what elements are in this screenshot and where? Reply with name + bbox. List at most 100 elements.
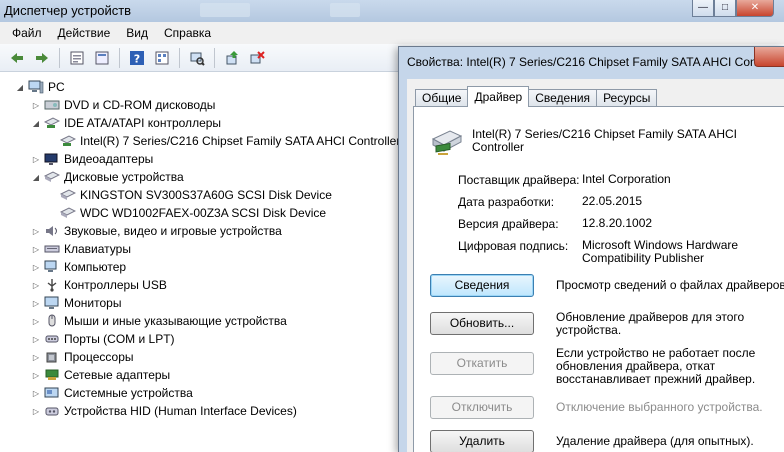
menu-help[interactable]: Справка [156, 22, 219, 44]
expand-arrow-icon[interactable]: ▷ [30, 389, 42, 398]
window-title: Диспетчер устройств [4, 3, 132, 18]
expand-arrow-icon[interactable]: ▷ [30, 353, 42, 362]
uninstall-icon[interactable] [246, 47, 268, 69]
properties-icon[interactable] [66, 47, 88, 69]
tree-item-label: Устройства HID (Human Interface Devices) [64, 404, 297, 418]
monitor-icon [44, 296, 60, 310]
hid-icon [44, 404, 60, 418]
tree-category[interactable]: ▷ Компьютер [30, 258, 126, 276]
expand-arrow-icon[interactable]: ▷ [30, 299, 42, 308]
menu-action[interactable]: Действие [50, 22, 119, 44]
tree-category[interactable]: ▷ Звуковые, видео и игровые устройства [30, 222, 282, 240]
disable-button[interactable]: Отключить [430, 396, 534, 419]
disk-drive-icon [60, 206, 76, 220]
tree-category[interactable]: ▷ Сетевые адаптеры [30, 366, 170, 384]
show-list-icon[interactable] [91, 47, 113, 69]
expand-arrow-icon[interactable]: ▷ [30, 335, 42, 344]
title-bar-ghost [200, 3, 250, 17]
driver-details-button[interactable]: Сведения [430, 274, 534, 297]
driver-version-value: 12.8.20.1002 [582, 216, 653, 230]
expand-arrow-icon[interactable]: ▷ [30, 371, 42, 380]
expand-arrow-icon[interactable]: ▷ [30, 245, 42, 254]
expand-arrow-icon[interactable]: ▷ [30, 317, 42, 326]
tree-item-label: Мониторы [64, 296, 122, 310]
tree-category[interactable]: ◢ Дисковые устройства [30, 168, 184, 186]
usb-icon [44, 278, 60, 292]
collapse-arrow-icon[interactable]: ◢ [30, 173, 42, 182]
driver-date-label: Дата разработки: [458, 195, 555, 209]
tree-item-label: Порты (COM и LPT) [64, 332, 175, 346]
expand-arrow-icon[interactable]: ▷ [30, 281, 42, 290]
tree-category[interactable]: ▷ Видеоадаптеры [30, 150, 153, 168]
dialog-body: Общие Драйвер Сведения Ресурсы Intel(R) … [407, 79, 784, 452]
dialog-title[interactable]: Свойства: Intel(R) 7 Series/C216 Chipset… [407, 55, 781, 69]
tree-device[interactable]: Intel(R) 7 Series/C216 Chipset Family SA… [46, 132, 400, 150]
tree-category[interactable]: ▷ DVD и CD-ROM дисководы [30, 96, 215, 114]
tree-item-label: WDC WD1002FAEX-00Z3A SCSI Disk Device [80, 206, 327, 220]
port-icon [44, 332, 60, 346]
properties-dialog: Свойства: Intel(R) 7 Series/C216 Chipset… [398, 46, 784, 452]
digital-signer-label: Цифровая подпись: [458, 239, 569, 253]
title-bar[interactable]: Диспетчер устройств — □ ✕ [0, 0, 784, 22]
maximize-button[interactable]: □ [714, 0, 736, 17]
disable-desc: Отключение выбранного устройства. [556, 400, 763, 414]
tree-category[interactable]: ▷ Клавиатуры [30, 240, 131, 258]
computer-icon [44, 260, 60, 274]
expand-arrow-icon[interactable]: ▷ [30, 407, 42, 416]
expand-arrow-icon[interactable]: ▷ [30, 263, 42, 272]
scan-hardware-icon[interactable] [186, 47, 208, 69]
driver-provider-value: Intel Corporation [582, 172, 671, 186]
digital-signer-value: Microsoft Windows Hardware Compatibility… [582, 238, 739, 265]
help-icon[interactable]: ? [126, 47, 148, 69]
minimize-button[interactable]: — [692, 0, 714, 17]
expand-arrow-icon[interactable]: ▷ [30, 227, 42, 236]
tree-category[interactable]: ▷ Мониторы [30, 294, 122, 312]
toolbar-separator [179, 47, 180, 68]
tree-category[interactable]: ▷ Мыши и иные указывающие устройства [30, 312, 287, 330]
tree-category[interactable]: ▷ Контроллеры USB [30, 276, 167, 294]
tree-item-label: Мыши и иные указывающие устройства [64, 314, 287, 328]
driver-provider-label: Поставщик драйвера: [458, 173, 580, 187]
menu-file[interactable]: Файл [4, 22, 50, 44]
driver-details-desc: Просмотр сведений о файлах драйверов. [556, 278, 784, 292]
dvd-drive-icon [44, 98, 60, 112]
tab-details[interactable]: Сведения [528, 89, 598, 107]
uninstall-button[interactable]: Удалить [430, 430, 534, 452]
title-bar-ghost [330, 3, 360, 17]
device-tree: ◢ PC ▷ DVD и CD-ROM дисководы ◢ IDE ATA/ATA… [0, 72, 400, 452]
tree-item-label: Сетевые адаптеры [64, 368, 171, 382]
tree-category[interactable]: ▷ Системные устройства [30, 384, 193, 402]
toolbar-separator [59, 47, 60, 68]
tree-item-label: Контроллеры USB [64, 278, 167, 292]
expand-arrow-icon[interactable]: ▷ [30, 101, 42, 110]
collapse-arrow-icon[interactable]: ◢ [30, 119, 42, 128]
dialog-close-button[interactable] [754, 47, 784, 67]
tab-driver[interactable]: Драйвер [467, 86, 530, 107]
tree-category[interactable]: ▷ Порты (COM и LPT) [30, 330, 175, 348]
forward-icon[interactable] [31, 47, 53, 69]
tree-category[interactable]: ▷ Процессоры [30, 348, 134, 366]
close-button[interactable]: ✕ [736, 0, 774, 17]
view-icon[interactable] [151, 47, 173, 69]
tree-device[interactable]: WDC WD1002FAEX-00Z3A SCSI Disk Device [46, 204, 326, 222]
tree-root[interactable]: ◢ PC [14, 78, 65, 96]
menu-view[interactable]: Вид [118, 22, 156, 44]
update-driver-icon[interactable] [221, 47, 243, 69]
tree-device[interactable]: KINGSTON SV300S37A60G SCSI Disk Device [46, 186, 332, 204]
tab-general[interactable]: Общие [415, 89, 469, 107]
ide-controller-icon [60, 134, 76, 148]
tree-item-label: Процессоры [64, 350, 134, 364]
expand-arrow-icon[interactable]: ▷ [30, 155, 42, 164]
tab-strip: Общие Драйвер Сведения Ресурсы [415, 86, 658, 107]
update-driver-desc: Обновление драйверов для этого устройств… [556, 310, 745, 337]
back-icon[interactable] [6, 47, 28, 69]
tree-category[interactable]: ▷ Устройства HID (Human Interface Devices… [30, 402, 297, 420]
disk-drive-icon [44, 170, 60, 184]
network-adapter-icon [44, 368, 60, 382]
tab-resources[interactable]: Ресурсы [596, 89, 658, 107]
roll-back-button[interactable]: Откатить [430, 352, 534, 375]
update-driver-button[interactable]: Обновить... [430, 312, 534, 335]
tree-item-label: Видеоадаптеры [64, 152, 154, 166]
tree-category[interactable]: ◢ IDE ATA/ATAPI контроллеры [30, 114, 221, 132]
collapse-arrow-icon[interactable]: ◢ [14, 83, 26, 92]
